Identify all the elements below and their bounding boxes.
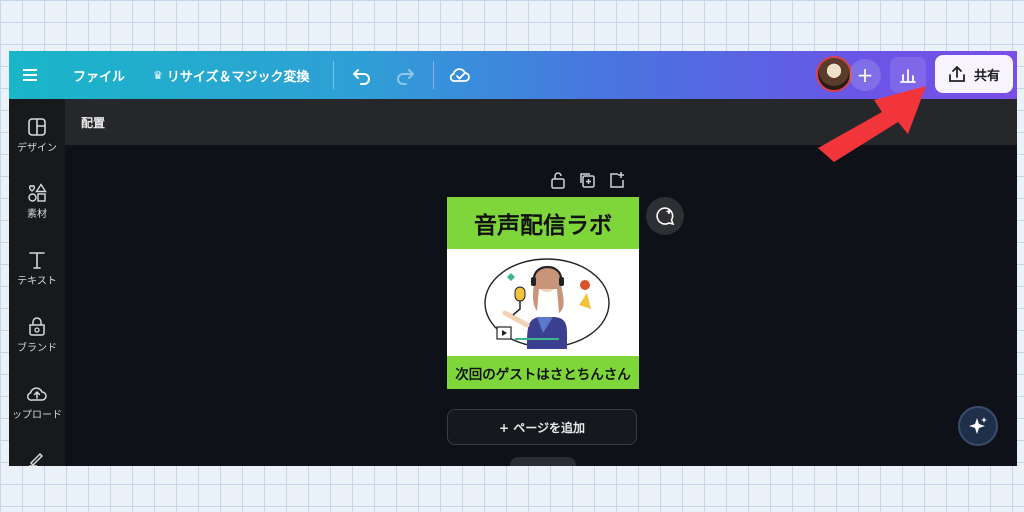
design-icon bbox=[28, 118, 46, 136]
sidebar: デザイン 素材 テキスト ブランド ップロード bbox=[9, 99, 65, 466]
design-title: 音声配信ラボ bbox=[447, 197, 639, 249]
sidebar-item-upload[interactable]: ップロード bbox=[9, 384, 65, 421]
divider bbox=[433, 61, 434, 89]
add-page-icon[interactable] bbox=[608, 171, 626, 189]
redo-icon[interactable] bbox=[395, 51, 415, 99]
page-scroll-handle[interactable] bbox=[510, 457, 576, 466]
red-arrow-annotation bbox=[818, 86, 926, 162]
share-button[interactable]: 共有 bbox=[935, 55, 1013, 93]
add-comment-button[interactable] bbox=[646, 197, 684, 235]
file-menu-button[interactable]: ファイル bbox=[73, 51, 125, 99]
podcaster-illustration bbox=[484, 258, 610, 349]
sidebar-item-label: 素材 bbox=[27, 209, 47, 220]
sidebar-item-draw[interactable] bbox=[9, 449, 65, 466]
draw-icon bbox=[29, 452, 44, 466]
crown-icon: ♛ bbox=[153, 68, 163, 82]
brand-icon bbox=[29, 317, 45, 336]
design-subtitle: 次回のゲストはさとちんさん bbox=[447, 356, 639, 389]
sidebar-item-elements[interactable]: 素材 bbox=[9, 183, 65, 220]
sidebar-item-label: ブランド bbox=[17, 343, 57, 354]
sidebar-item-label: デザイン bbox=[17, 143, 57, 154]
lock-icon[interactable] bbox=[550, 171, 566, 189]
undo-icon[interactable] bbox=[352, 51, 372, 99]
share-upload-icon bbox=[949, 66, 965, 82]
page-tools bbox=[550, 171, 626, 191]
elements-icon bbox=[28, 183, 47, 202]
sidebar-item-text[interactable]: テキスト bbox=[9, 250, 65, 287]
duplicate-page-icon[interactable] bbox=[578, 171, 596, 189]
resize-label: リサイズ＆マジック変換 bbox=[166, 69, 310, 85]
add-page-button[interactable]: + ページを追加 bbox=[447, 409, 637, 445]
magic-sparkle-button[interactable] bbox=[958, 406, 998, 446]
position-button[interactable]: 配置 bbox=[81, 114, 105, 131]
share-label: 共有 bbox=[973, 68, 1000, 84]
divider bbox=[333, 61, 334, 89]
sidebar-item-brand[interactable]: ブランド bbox=[9, 317, 65, 354]
sidebar-item-design[interactable]: デザイン bbox=[9, 117, 65, 154]
cloud-saved-icon[interactable] bbox=[449, 51, 471, 99]
resize-magic-button[interactable]: ♛ リサイズ＆マジック変換 bbox=[153, 51, 310, 99]
sidebar-item-label: テキスト bbox=[17, 276, 57, 287]
sidebar-item-label: ップロード bbox=[12, 410, 62, 421]
comment-icon bbox=[656, 207, 675, 226]
text-icon bbox=[29, 252, 45, 269]
upload-icon bbox=[26, 387, 47, 401]
menu-icon[interactable] bbox=[23, 51, 43, 99]
design-page[interactable]: 音声配信ラボ 次回のゲストはさとちんさん bbox=[447, 197, 639, 389]
sparkle-icon bbox=[969, 417, 987, 434]
